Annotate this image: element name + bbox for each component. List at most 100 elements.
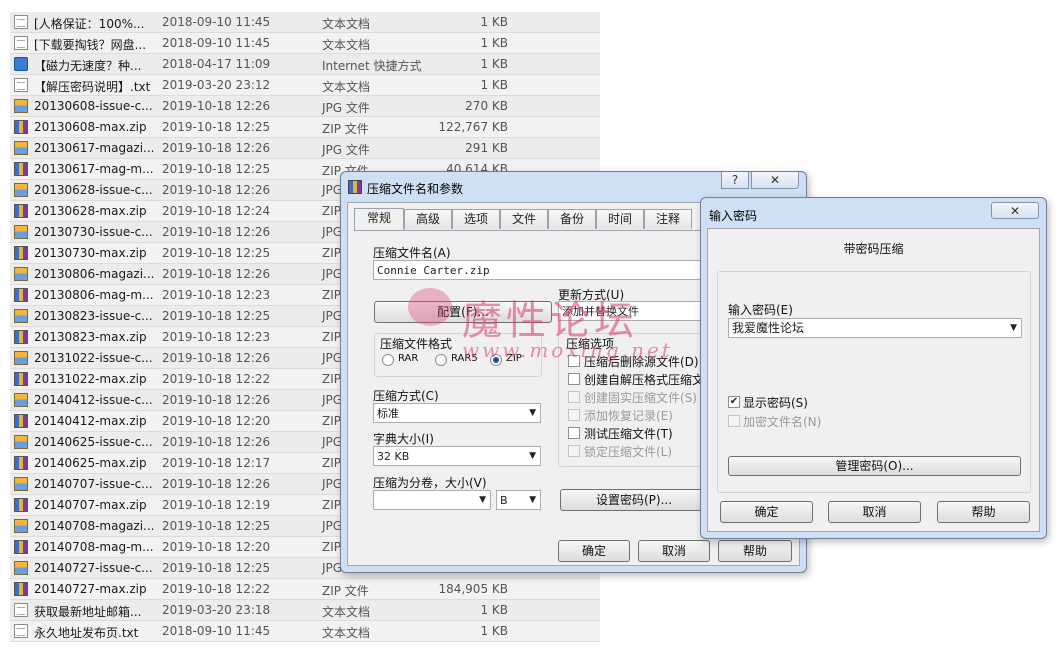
file-name: 20140708-mag-m... [34, 540, 154, 554]
file-row[interactable]: [下载要掏钱？网盘... 2018-09-10 11:45 文本文档 1 KB [10, 33, 600, 54]
file-row[interactable]: 【磁力无速度？种... 2018-04-17 11:09 Internet 快捷方式… [10, 54, 600, 75]
help-button[interactable]: 帮助 [937, 501, 1030, 523]
set-password-button[interactable]: 设置密码(P)... [560, 489, 708, 511]
file-name: 20140707-max.zip [34, 498, 147, 512]
close-button[interactable]: ✕ [751, 172, 799, 189]
password-value: 我爱魔性论坛 [732, 321, 805, 335]
file-date: 2018-09-10 11:45 [162, 624, 271, 638]
file-type: ZIP [322, 456, 341, 470]
option-checkbox[interactable] [568, 445, 580, 457]
file-type: ZIP [322, 330, 341, 344]
password-input[interactable]: 我爱魔性论坛 ▼ [728, 318, 1022, 338]
file-date: 2019-10-18 12:25 [162, 309, 271, 323]
tab-options[interactable]: 选项 [452, 209, 500, 229]
encrypt-names-checkbox[interactable] [728, 415, 740, 427]
file-date: 2018-09-10 11:45 [162, 15, 271, 29]
text-file-icon [14, 624, 28, 638]
file-row[interactable]: 永久地址发布页.txt 2018-09-10 11:45 文本文档 1 KB [10, 621, 600, 642]
file-name: 20140412-max.zip [34, 414, 147, 428]
zip-file-icon [14, 372, 28, 386]
archive-name-input[interactable]: Connie Carter.zip [373, 260, 708, 280]
file-row[interactable]: [人格保证：100%... 2018-09-10 11:45 文本文档 1 KB [10, 12, 600, 33]
close-button[interactable]: ✕ [991, 202, 1039, 219]
split-size-select[interactable]: ▼ [373, 490, 491, 510]
zip-file-icon [14, 246, 28, 260]
file-type: 文本文档 [322, 605, 371, 619]
password-dialog-title: 输入密码 [709, 209, 758, 223]
organize-passwords-button[interactable]: 管理密码(O)... [728, 456, 1021, 476]
option-checkbox[interactable] [568, 373, 580, 385]
file-type: ZIP [322, 414, 341, 428]
file-name: 20130608-issue-c... [34, 99, 153, 113]
file-date: 2019-10-18 12:22 [162, 372, 271, 386]
file-name: 永久地址发布页.txt [34, 626, 139, 640]
chevron-down-icon: ▼ [529, 408, 536, 418]
file-name: 20130806-mag-m... [34, 288, 154, 302]
method-select[interactable]: 标准 ▼ [373, 403, 541, 423]
file-date: 2019-10-18 12:25 [162, 120, 271, 134]
format-rar-radio[interactable] [382, 354, 394, 366]
file-row[interactable]: 20130608-max.zip 2019-10-18 12:25 ZIP 文件 12… [10, 117, 600, 138]
file-size: 184,905 KB [438, 582, 508, 596]
jpg-file-icon [14, 351, 28, 365]
help-title-button[interactable]: ? [721, 172, 749, 189]
file-name: 【磁力无速度？种... [34, 59, 142, 73]
file-type: JPG 文件 [322, 101, 370, 115]
file-date: 2018-09-10 11:45 [162, 36, 271, 50]
split-unit-select[interactable]: B ▼ [496, 490, 541, 510]
show-password-label: 显示密码(S) [743, 396, 808, 410]
show-password-checkbox[interactable]: ✔ [728, 396, 740, 408]
file-date: 2019-10-18 12:23 [162, 330, 271, 344]
ok-button[interactable]: 确定 [558, 540, 630, 562]
cancel-button[interactable]: 取消 [828, 501, 921, 523]
dict-select[interactable]: 32 KB ▼ [373, 446, 541, 466]
watermark-logo [408, 288, 452, 326]
option-checkbox[interactable] [568, 391, 580, 403]
ok-button[interactable]: 确定 [720, 501, 813, 523]
zip-file-icon [14, 288, 28, 302]
file-size: 1 KB [480, 36, 508, 50]
tab-backup[interactable]: 备份 [548, 209, 596, 229]
option-checkbox[interactable] [568, 427, 580, 439]
file-name: 【解压密码说明】.txt [34, 80, 151, 94]
file-type: ZIP [322, 498, 341, 512]
file-row[interactable]: 获取最新地址邮箱... 2019-03-20 23:18 文本文档 1 KB [10, 600, 600, 621]
chevron-down-icon: ▼ [1010, 323, 1017, 333]
file-name: 20130617-magazi... [34, 141, 155, 155]
password-heading: 带密码压缩 [843, 242, 904, 256]
file-type: Internet 快捷方式 [322, 59, 422, 73]
help-button[interactable]: 帮助 [718, 540, 792, 562]
zip-file-icon [14, 414, 28, 428]
file-row[interactable]: 【解压密码说明】.txt 2019-03-20 23:12 文本文档 1 KB [10, 75, 600, 96]
option-checkbox[interactable] [568, 409, 580, 421]
tab-general[interactable]: 常规 [354, 208, 404, 230]
file-size: 1 KB [480, 57, 508, 71]
tab-comment[interactable]: 注释 [644, 209, 692, 229]
format-rar5-radio[interactable] [435, 354, 447, 366]
file-size: 1 KB [480, 78, 508, 92]
file-date: 2019-10-18 12:24 [162, 204, 271, 218]
file-date: 2019-10-18 12:25 [162, 561, 271, 575]
text-file-icon [14, 78, 28, 92]
file-date: 2019-10-18 12:25 [162, 162, 271, 176]
tab-files[interactable]: 文件 [500, 209, 548, 229]
file-row[interactable]: 20140727-max.zip 2019-10-18 12:22 ZIP 文件 18… [10, 579, 600, 600]
dialog-title: 压缩文件名和参数 [367, 182, 464, 196]
dict-value: 32 KB [377, 450, 410, 463]
file-row[interactable]: 20130608-issue-c... 2019-10-18 12:26 JPG 文… [10, 96, 600, 117]
file-date: 2019-03-20 23:18 [162, 603, 271, 617]
file-size: 1 KB [480, 15, 508, 29]
dict-label: 字典大小(I) [373, 432, 434, 446]
zip-file-icon [14, 120, 28, 134]
jpg-file-icon [14, 435, 28, 449]
text-file-icon [14, 36, 28, 50]
file-date: 2019-10-18 12:23 [162, 288, 271, 302]
file-date: 2019-10-18 12:26 [162, 267, 271, 281]
tab-advanced[interactable]: 高级 [404, 209, 452, 229]
zip-file-icon [14, 540, 28, 554]
file-row[interactable]: 20130617-magazi... 2019-10-18 12:26 JPG 文件… [10, 138, 600, 159]
cancel-button[interactable]: 取消 [638, 540, 710, 562]
file-type: ZIP [322, 372, 341, 386]
tab-time[interactable]: 时间 [596, 209, 644, 229]
file-type: ZIP 文件 [322, 122, 369, 136]
